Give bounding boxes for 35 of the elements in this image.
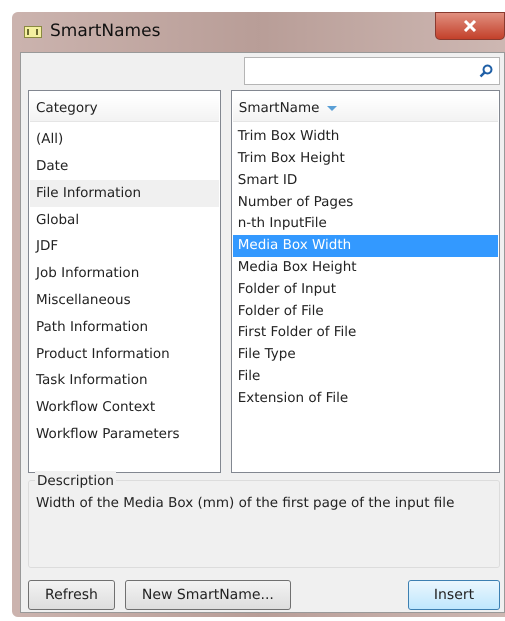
search-icon xyxy=(479,64,493,78)
list-item[interactable]: Smart ID xyxy=(232,170,498,192)
window-title: SmartNames xyxy=(50,20,160,44)
list-item[interactable]: First Folder of File xyxy=(232,322,498,344)
close-button[interactable] xyxy=(435,12,505,40)
search-field[interactable] xyxy=(244,57,500,85)
app-icon xyxy=(24,26,42,38)
list-item[interactable]: File Type xyxy=(232,344,498,366)
push-button[interactable]: Refresh xyxy=(28,580,115,610)
list-item[interactable]: (All) xyxy=(30,126,219,154)
list-item[interactable]: Product Information xyxy=(30,340,219,368)
push-button[interactable]: New SmartName... xyxy=(124,580,291,610)
list-item[interactable]: Date xyxy=(30,153,219,180)
list-item[interactable]: Workflow Parameters xyxy=(30,421,219,448)
list-item[interactable]: Number of Pages xyxy=(232,192,498,214)
list-item[interactable]: Trim Box Height xyxy=(232,148,498,170)
list-item[interactable]: Job Information xyxy=(30,260,219,288)
list-item[interactable]: JDF xyxy=(30,233,219,260)
list-item[interactable]: Task Information xyxy=(30,367,219,394)
list-item[interactable]: Media Box Height xyxy=(232,257,498,279)
list-item[interactable]: Miscellaneous xyxy=(30,287,219,314)
list-item[interactable]: Path Information xyxy=(30,314,219,341)
list-item[interactable]: Folder of File xyxy=(232,300,498,322)
default-button[interactable]: Insert xyxy=(408,580,500,610)
description-text: Width of the Media Box (mm) of the first page of the input file xyxy=(36,494,456,513)
list-item[interactable]: Global xyxy=(30,206,219,234)
list-item[interactable]: File xyxy=(232,366,498,388)
list-item[interactable]: Extension of File xyxy=(232,388,498,410)
list-item[interactable]: Workflow Context xyxy=(30,394,219,422)
list-item[interactable]: Trim Box Width xyxy=(232,126,498,148)
list-item[interactable]: n-th InputFile xyxy=(232,213,498,236)
list-item[interactable]: File Information xyxy=(30,180,219,207)
sort-arrow-icon xyxy=(327,106,338,111)
list-item[interactable]: Folder of Input xyxy=(232,278,498,301)
close-icon xyxy=(463,20,477,32)
